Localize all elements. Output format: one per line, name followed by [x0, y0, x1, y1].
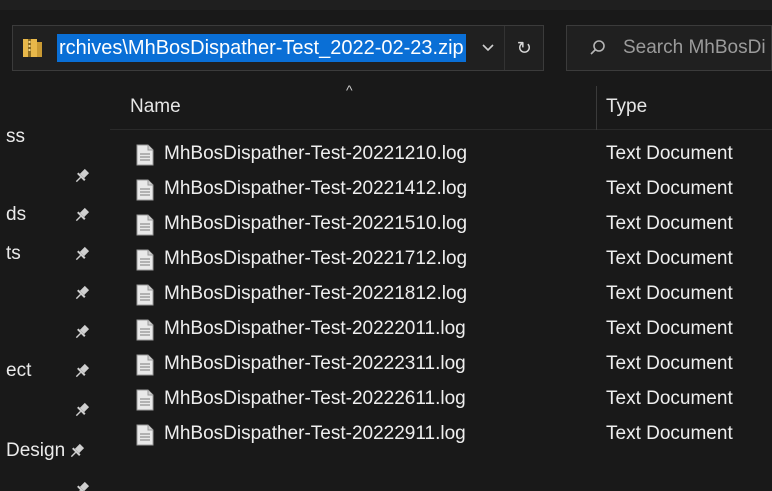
text-document-icon: [136, 354, 154, 376]
file-name[interactable]: MhBosDispather-Test-20221812.log: [164, 283, 467, 305]
pin-icon[interactable]: [73, 284, 91, 302]
title-strip: [0, 0, 772, 10]
text-document-icon: [136, 179, 154, 201]
file-name[interactable]: MhBosDispather-Test-20222611.log: [164, 388, 466, 410]
file-row[interactable]: MhBosDispather-Test-20221412.log Text Doc…: [110, 172, 772, 207]
address-path-text[interactable]: rchives\MhBosDispather-Test_2022-02-23.z…: [57, 34, 466, 62]
nav-item-6[interactable]: ect: [0, 354, 96, 388]
file-name[interactable]: MhBosDispather-Test-20221510.log: [164, 213, 467, 235]
file-name[interactable]: MhBosDispather-Test-20221412.log: [164, 178, 467, 200]
pane-divider[interactable]: [96, 82, 97, 491]
nav-item-4[interactable]: [0, 276, 96, 310]
file-row[interactable]: MhBosDispather-Test-20222011.log Text Doc…: [110, 312, 772, 347]
search-placeholder[interactable]: Search MhBosDi: [623, 37, 766, 59]
address-history-dropdown[interactable]: [472, 26, 505, 70]
nav-item-3[interactable]: ts: [0, 237, 96, 271]
text-document-icon: [136, 249, 154, 271]
file-type: Text Document: [606, 353, 733, 374]
file-type: Text Document: [606, 318, 733, 339]
search-icon: [589, 39, 607, 57]
text-document-icon: [136, 144, 154, 166]
nav-item-9[interactable]: [0, 472, 96, 491]
navigation-pane: ss ds ts ect Design: [0, 82, 96, 491]
column-resize-handle[interactable]: [596, 86, 597, 130]
pin-icon[interactable]: [73, 401, 91, 419]
nav-item-label: ss: [6, 126, 25, 147]
column-header-name[interactable]: Name: [130, 96, 181, 118]
file-row[interactable]: MhBosDispather-Test-20222611.log Text Doc…: [110, 382, 772, 417]
text-document-icon: [136, 214, 154, 236]
refresh-icon: ↻: [516, 37, 532, 58]
refresh-button[interactable]: ↻: [504, 26, 543, 70]
nav-item-label: Design: [6, 440, 66, 461]
file-name[interactable]: MhBosDispather-Test-20222911.log: [164, 423, 466, 445]
file-list: MhBosDispather-Test-20221210.log Text Doc…: [110, 137, 772, 452]
nav-item-5[interactable]: [0, 315, 96, 349]
file-row[interactable]: MhBosDispather-Test-20222311.log Text Doc…: [110, 347, 772, 382]
file-row[interactable]: MhBosDispather-Test-20221210.log Text Doc…: [110, 137, 772, 172]
text-document-icon: [136, 389, 154, 411]
file-type: Text Document: [606, 178, 733, 199]
file-row[interactable]: MhBosDispather-Test-20221812.log Text Doc…: [110, 277, 772, 312]
zip-folder-icon: [21, 36, 45, 60]
nav-item-2[interactable]: ds: [0, 198, 96, 232]
pin-icon[interactable]: [73, 206, 91, 224]
file-type: Text Document: [606, 388, 733, 409]
search-box[interactable]: Search MhBosDi: [566, 25, 772, 71]
file-row[interactable]: MhBosDispather-Test-20221510.log Text Doc…: [110, 207, 772, 242]
file-name[interactable]: MhBosDispather-Test-20221712.log: [164, 248, 467, 270]
address-bar[interactable]: rchives\MhBosDispather-Test_2022-02-23.z…: [12, 25, 544, 71]
nav-item-1[interactable]: [0, 159, 96, 193]
file-explorer-window: rchives\MhBosDispather-Test_2022-02-23.z…: [0, 0, 772, 491]
file-type: Text Document: [606, 283, 733, 304]
pin-icon[interactable]: [73, 245, 91, 263]
column-header-row: ^ Name Type: [110, 82, 772, 130]
text-document-icon: [136, 319, 154, 341]
file-name[interactable]: MhBosDispather-Test-20222011.log: [164, 318, 466, 340]
pin-icon[interactable]: [73, 480, 91, 491]
chevron-down-icon: [482, 44, 494, 52]
column-header-type[interactable]: Type: [606, 96, 647, 118]
pin-icon[interactable]: [73, 362, 91, 380]
file-name[interactable]: MhBosDispather-Test-20222311.log: [164, 353, 466, 375]
file-type: Text Document: [606, 143, 733, 164]
text-document-icon: [136, 424, 154, 446]
nav-item-0[interactable]: ss: [0, 120, 96, 154]
nav-item-8[interactable]: Design: [0, 434, 96, 468]
file-type: Text Document: [606, 248, 733, 269]
nav-item-7[interactable]: [0, 393, 96, 427]
pin-icon[interactable]: [73, 167, 91, 185]
nav-item-label: ect: [6, 360, 32, 381]
pin-icon[interactable]: [68, 442, 86, 460]
file-type: Text Document: [606, 423, 733, 444]
nav-item-label: ts: [6, 243, 21, 264]
pin-icon[interactable]: [73, 323, 91, 341]
file-row[interactable]: MhBosDispather-Test-20222911.log Text Doc…: [110, 417, 772, 452]
file-row[interactable]: MhBosDispather-Test-20221712.log Text Doc…: [110, 242, 772, 277]
file-name[interactable]: MhBosDispather-Test-20221210.log: [164, 143, 467, 165]
file-type: Text Document: [606, 213, 733, 234]
sort-ascending-icon: ^: [346, 82, 353, 98]
text-document-icon: [136, 284, 154, 306]
nav-item-label: ds: [6, 204, 27, 225]
